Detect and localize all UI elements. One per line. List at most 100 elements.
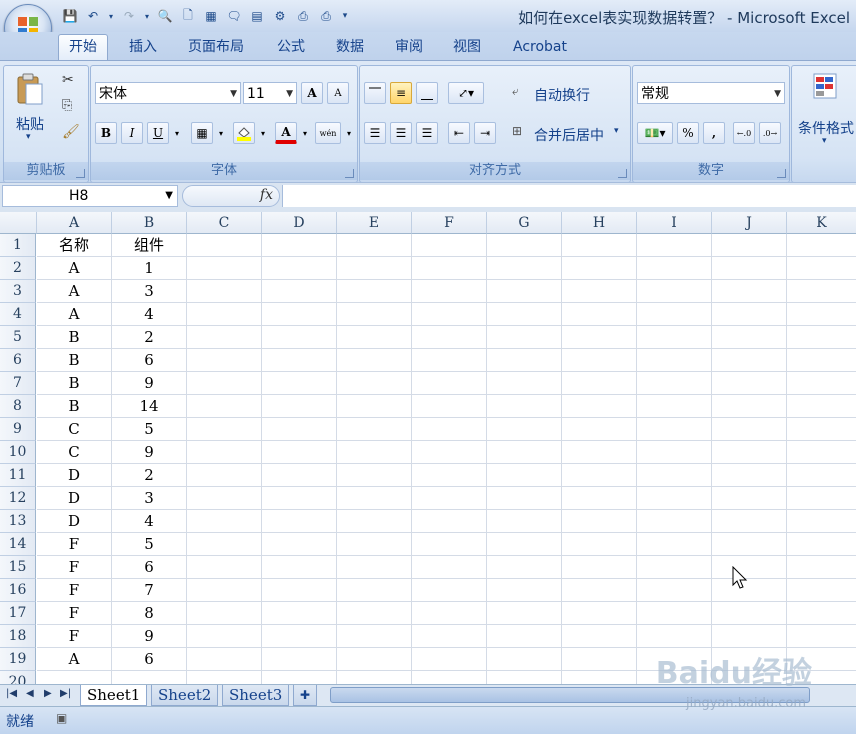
cell-D12[interactable]: [262, 487, 337, 510]
cell-I10[interactable]: [637, 441, 712, 464]
cell-I12[interactable]: [637, 487, 712, 510]
cell-G20[interactable]: [487, 671, 562, 684]
align-bottom-icon[interactable]: ⎽: [416, 82, 438, 104]
cell-E11[interactable]: [337, 464, 412, 487]
cell-H5[interactable]: [562, 326, 637, 349]
tab-page-layout[interactable]: 页面布局: [188, 36, 244, 58]
cell-G4[interactable]: [487, 303, 562, 326]
cell-G11[interactable]: [487, 464, 562, 487]
cell-D4[interactable]: [262, 303, 337, 326]
cell-G19[interactable]: [487, 648, 562, 671]
cell-D10[interactable]: [262, 441, 337, 464]
cell-B8[interactable]: 14: [112, 395, 187, 418]
cell-A20[interactable]: [37, 671, 112, 684]
sheet-tab-2[interactable]: Sheet2: [151, 685, 219, 706]
cell-A18[interactable]: F: [37, 625, 112, 648]
tab-formulas[interactable]: 公式: [277, 36, 305, 58]
row-header[interactable]: 6: [0, 349, 36, 372]
row-header[interactable]: 12: [0, 487, 36, 510]
dropdown-icon[interactable]: ▾: [142, 6, 152, 26]
cell-K17[interactable]: [787, 602, 856, 625]
cell-J14[interactable]: [712, 533, 787, 556]
cell-E14[interactable]: [337, 533, 412, 556]
cell-J6[interactable]: [712, 349, 787, 372]
cell-F17[interactable]: [412, 602, 487, 625]
phonetic-button[interactable]: wén: [315, 122, 341, 144]
cell-K16[interactable]: [787, 579, 856, 602]
cell-H8[interactable]: [562, 395, 637, 418]
conditional-dropdown-icon[interactable]: ▾: [822, 136, 827, 146]
tab-view[interactable]: 视图: [453, 36, 481, 58]
cell-F3[interactable]: [412, 280, 487, 303]
select-all-corner[interactable]: [0, 212, 37, 234]
cell-D20[interactable]: [262, 671, 337, 684]
cell-B14[interactable]: 5: [112, 533, 187, 556]
tab-insert[interactable]: 插入: [129, 36, 157, 58]
cell-K6[interactable]: [787, 349, 856, 372]
cell-F8[interactable]: [412, 395, 487, 418]
cell-G5[interactable]: [487, 326, 562, 349]
cell-F5[interactable]: [412, 326, 487, 349]
cell-G18[interactable]: [487, 625, 562, 648]
cell-F6[interactable]: [412, 349, 487, 372]
cell-D16[interactable]: [262, 579, 337, 602]
cell-J4[interactable]: [712, 303, 787, 326]
cell-I4[interactable]: [637, 303, 712, 326]
cell-D9[interactable]: [262, 418, 337, 441]
cell-D2[interactable]: [262, 257, 337, 280]
cell-I7[interactable]: [637, 372, 712, 395]
cell-B11[interactable]: 2: [112, 464, 187, 487]
row-header[interactable]: 11: [0, 464, 36, 487]
column-header[interactable]: G: [487, 212, 562, 234]
cell-K2[interactable]: [787, 257, 856, 280]
cell-C20[interactable]: [187, 671, 262, 684]
font-color-button[interactable]: A: [275, 122, 297, 144]
cell-H16[interactable]: [562, 579, 637, 602]
cell-A13[interactable]: D: [37, 510, 112, 533]
row-header[interactable]: 8: [0, 395, 36, 418]
insert-sheet-icon[interactable]: ✚: [293, 685, 318, 706]
merge-center-button[interactable]: 合并后居中: [534, 125, 604, 145]
cell-F7[interactable]: [412, 372, 487, 395]
cell-F11[interactable]: [412, 464, 487, 487]
save-icon[interactable]: 💾: [60, 6, 80, 26]
cell-F19[interactable]: [412, 648, 487, 671]
cell-H9[interactable]: [562, 418, 637, 441]
cell-K4[interactable]: [787, 303, 856, 326]
column-header[interactable]: J: [712, 212, 787, 234]
sheet-tab-3[interactable]: Sheet3: [222, 685, 290, 706]
cell-H4[interactable]: [562, 303, 637, 326]
cell-A12[interactable]: D: [37, 487, 112, 510]
cell-I13[interactable]: [637, 510, 712, 533]
cell-D13[interactable]: [262, 510, 337, 533]
cell-A2[interactable]: A: [37, 257, 112, 280]
cell-C3[interactable]: [187, 280, 262, 303]
undo-icon[interactable]: ↶: [83, 6, 103, 26]
percent-button[interactable]: %: [677, 122, 699, 144]
sheet-tab-1[interactable]: Sheet1: [80, 685, 148, 706]
cell-B15[interactable]: 6: [112, 556, 187, 579]
cell-E20[interactable]: [337, 671, 412, 684]
increase-decimal-icon[interactable]: ←.0: [733, 122, 755, 144]
cell-I16[interactable]: [637, 579, 712, 602]
cell-C18[interactable]: [187, 625, 262, 648]
bold-button[interactable]: B: [95, 122, 117, 144]
fill-dropdown-icon[interactable]: ▾: [257, 122, 269, 144]
dropdown-icon[interactable]: ▾: [106, 6, 116, 26]
row-header[interactable]: 2: [0, 257, 36, 280]
paste-button[interactable]: 粘贴: [16, 114, 44, 134]
cell-I1[interactable]: [637, 234, 712, 257]
row-header[interactable]: 18: [0, 625, 36, 648]
cell-C19[interactable]: [187, 648, 262, 671]
cell-K13[interactable]: [787, 510, 856, 533]
cell-D15[interactable]: [262, 556, 337, 579]
tab-acrobat[interactable]: Acrobat: [513, 36, 567, 58]
font-size-combo[interactable]: 11 ▼: [243, 82, 297, 104]
cell-D19[interactable]: [262, 648, 337, 671]
cell-J11[interactable]: [712, 464, 787, 487]
cell-K18[interactable]: [787, 625, 856, 648]
cell-K11[interactable]: [787, 464, 856, 487]
column-header[interactable]: K: [787, 212, 856, 234]
cell-F10[interactable]: [412, 441, 487, 464]
cell-F16[interactable]: [412, 579, 487, 602]
